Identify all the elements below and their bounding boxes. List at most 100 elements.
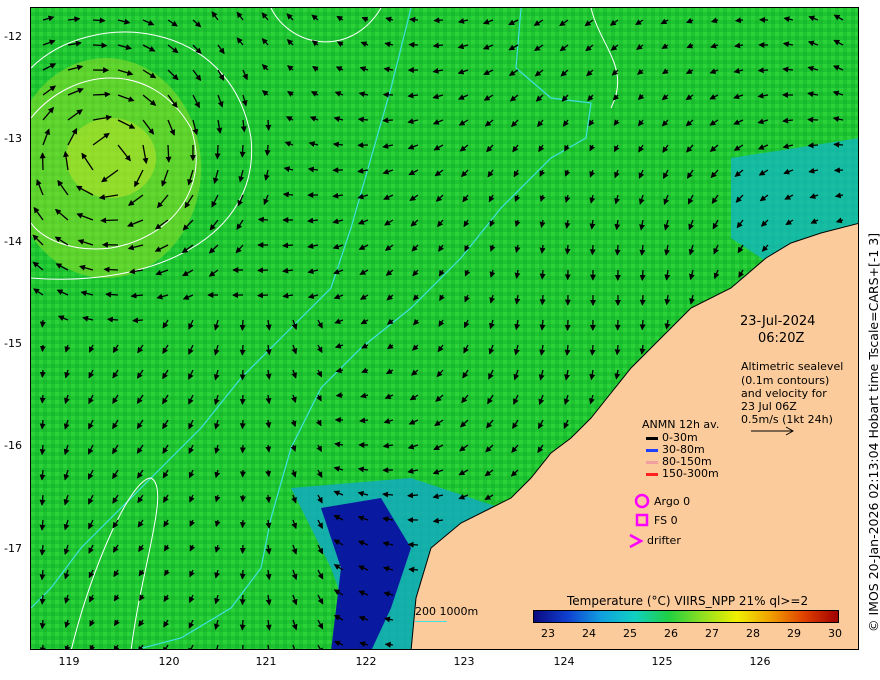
velocity-arrow [589,244,596,256]
velocity-arrow [239,394,246,405]
velocity-arrow [564,244,571,255]
velocity-arrow [39,319,46,328]
velocity-arrow [239,144,246,158]
velocity-arrow [589,344,596,356]
desc-line: (0.1m contours) [741,374,830,387]
lat-label: -13 [4,132,22,145]
velocity-arrow [408,41,419,48]
velocity-arrow [239,519,246,529]
scale-arrow-icon [751,426,795,436]
colorbar-tick: 29 [787,627,801,640]
velocity-arrow [92,42,108,49]
velocity-arrow [132,317,144,324]
velocity-arrow [757,67,769,74]
colorbar-tick: 28 [746,627,760,640]
velocity-arrow [39,419,46,430]
velocity-arrow [92,91,111,98]
velocity-arrow [639,269,646,281]
lat-label: -12 [4,30,22,43]
legend-arrow-icon [646,472,658,476]
velocity-arrow [39,369,46,378]
velocity-arrow [539,294,546,306]
velocity-arrow [39,644,46,649]
argo-count: Argo 0 [654,495,691,508]
velocity-arrow [833,141,844,148]
velocity-arrow [807,116,819,123]
velocity-arrow [614,344,621,356]
velocity-arrow [282,191,294,198]
drifter-chevron-icon [629,533,644,549]
velocity-arrow [384,641,394,648]
lat-label: -15 [4,337,22,350]
velocity-arrow [409,16,419,23]
credit-text: © IMOS 20-Jan-2026 02:13:04 Hobart time … [866,232,880,632]
colorbar-tick: 27 [705,627,719,640]
velocity-arrow [100,217,119,224]
velocity-arrow [239,544,246,554]
velocity-arrow [165,144,172,163]
legend-label: 150-300m [662,467,719,480]
colorbar-tick: 26 [664,627,678,640]
lat-label: -14 [4,235,22,248]
velocity-arrow [639,294,646,306]
colorbar-tick: 30 [828,627,842,640]
colorbar-tick: 24 [582,627,596,640]
legend-row-150-300: 150-300m [646,467,719,480]
velocity-arrow [39,152,46,171]
velocity-arrow [357,116,369,123]
velocity-arrow [39,344,46,353]
colorbar-tick: 25 [623,627,637,640]
warm-eddy-core [66,118,156,198]
map-date: 23-Jul-2024 [740,314,816,329]
colorbar-title: Temperature (°C) VIIRS_NPP 21% ql>=2 [567,594,809,608]
velocity-arrow [564,319,571,331]
velocity-arrow [807,142,819,149]
lon-label: 122 [355,655,377,668]
velocity-arrow [257,216,269,223]
velocity-arrow [39,394,46,404]
map-canvas [31,8,858,649]
legend-arrow-icon [646,448,658,452]
map-panel [30,7,859,650]
lon-label: 121 [255,655,277,668]
velocity-arrow [382,491,394,498]
velocity-arrow [106,316,119,323]
velocity-arrow [239,419,246,430]
velocity-arrow [335,392,344,399]
argo-circle-icon [634,493,650,509]
velocity-arrow [257,267,269,274]
velocity-arrow [265,469,272,478]
velocity-arrow [242,644,244,649]
legend-arrow-icon [646,436,658,440]
desc-line: 23 Jul 06Z [741,400,797,413]
velocity-arrow [639,319,646,331]
velocity-arrow [833,167,844,174]
lon-label: 125 [651,655,673,668]
legend-arrow-icon [646,460,658,464]
velocity-arrow [239,319,246,331]
velocity-arrow [265,119,272,131]
map-time: 06:20Z [758,331,805,346]
velocity-arrow [214,144,221,160]
velocity-arrow [92,17,106,24]
velocity-arrow [105,291,119,298]
colorbar [533,610,839,623]
velocity-arrow [614,244,621,256]
velocity-arrow [39,594,46,605]
depth-legend-line [415,621,447,622]
velocity-arrow [539,269,546,280]
velocity-arrow [433,17,444,24]
velocity-arrow [103,266,119,273]
lon-label: 119 [58,655,80,668]
legend-title: ANMN 12h av. [642,418,720,431]
velocity-arrow [382,91,394,98]
velocity-arrow [282,242,294,249]
velocity-arrow [239,444,246,454]
velocity-arrow [407,492,419,499]
lat-label: -16 [4,439,22,452]
lon-label: 124 [553,655,575,668]
fs-square-icon [635,513,649,527]
velocity-arrow [39,619,46,630]
depth-legend-label: 200 1000m [415,605,479,618]
velocity-arrow [257,292,269,299]
